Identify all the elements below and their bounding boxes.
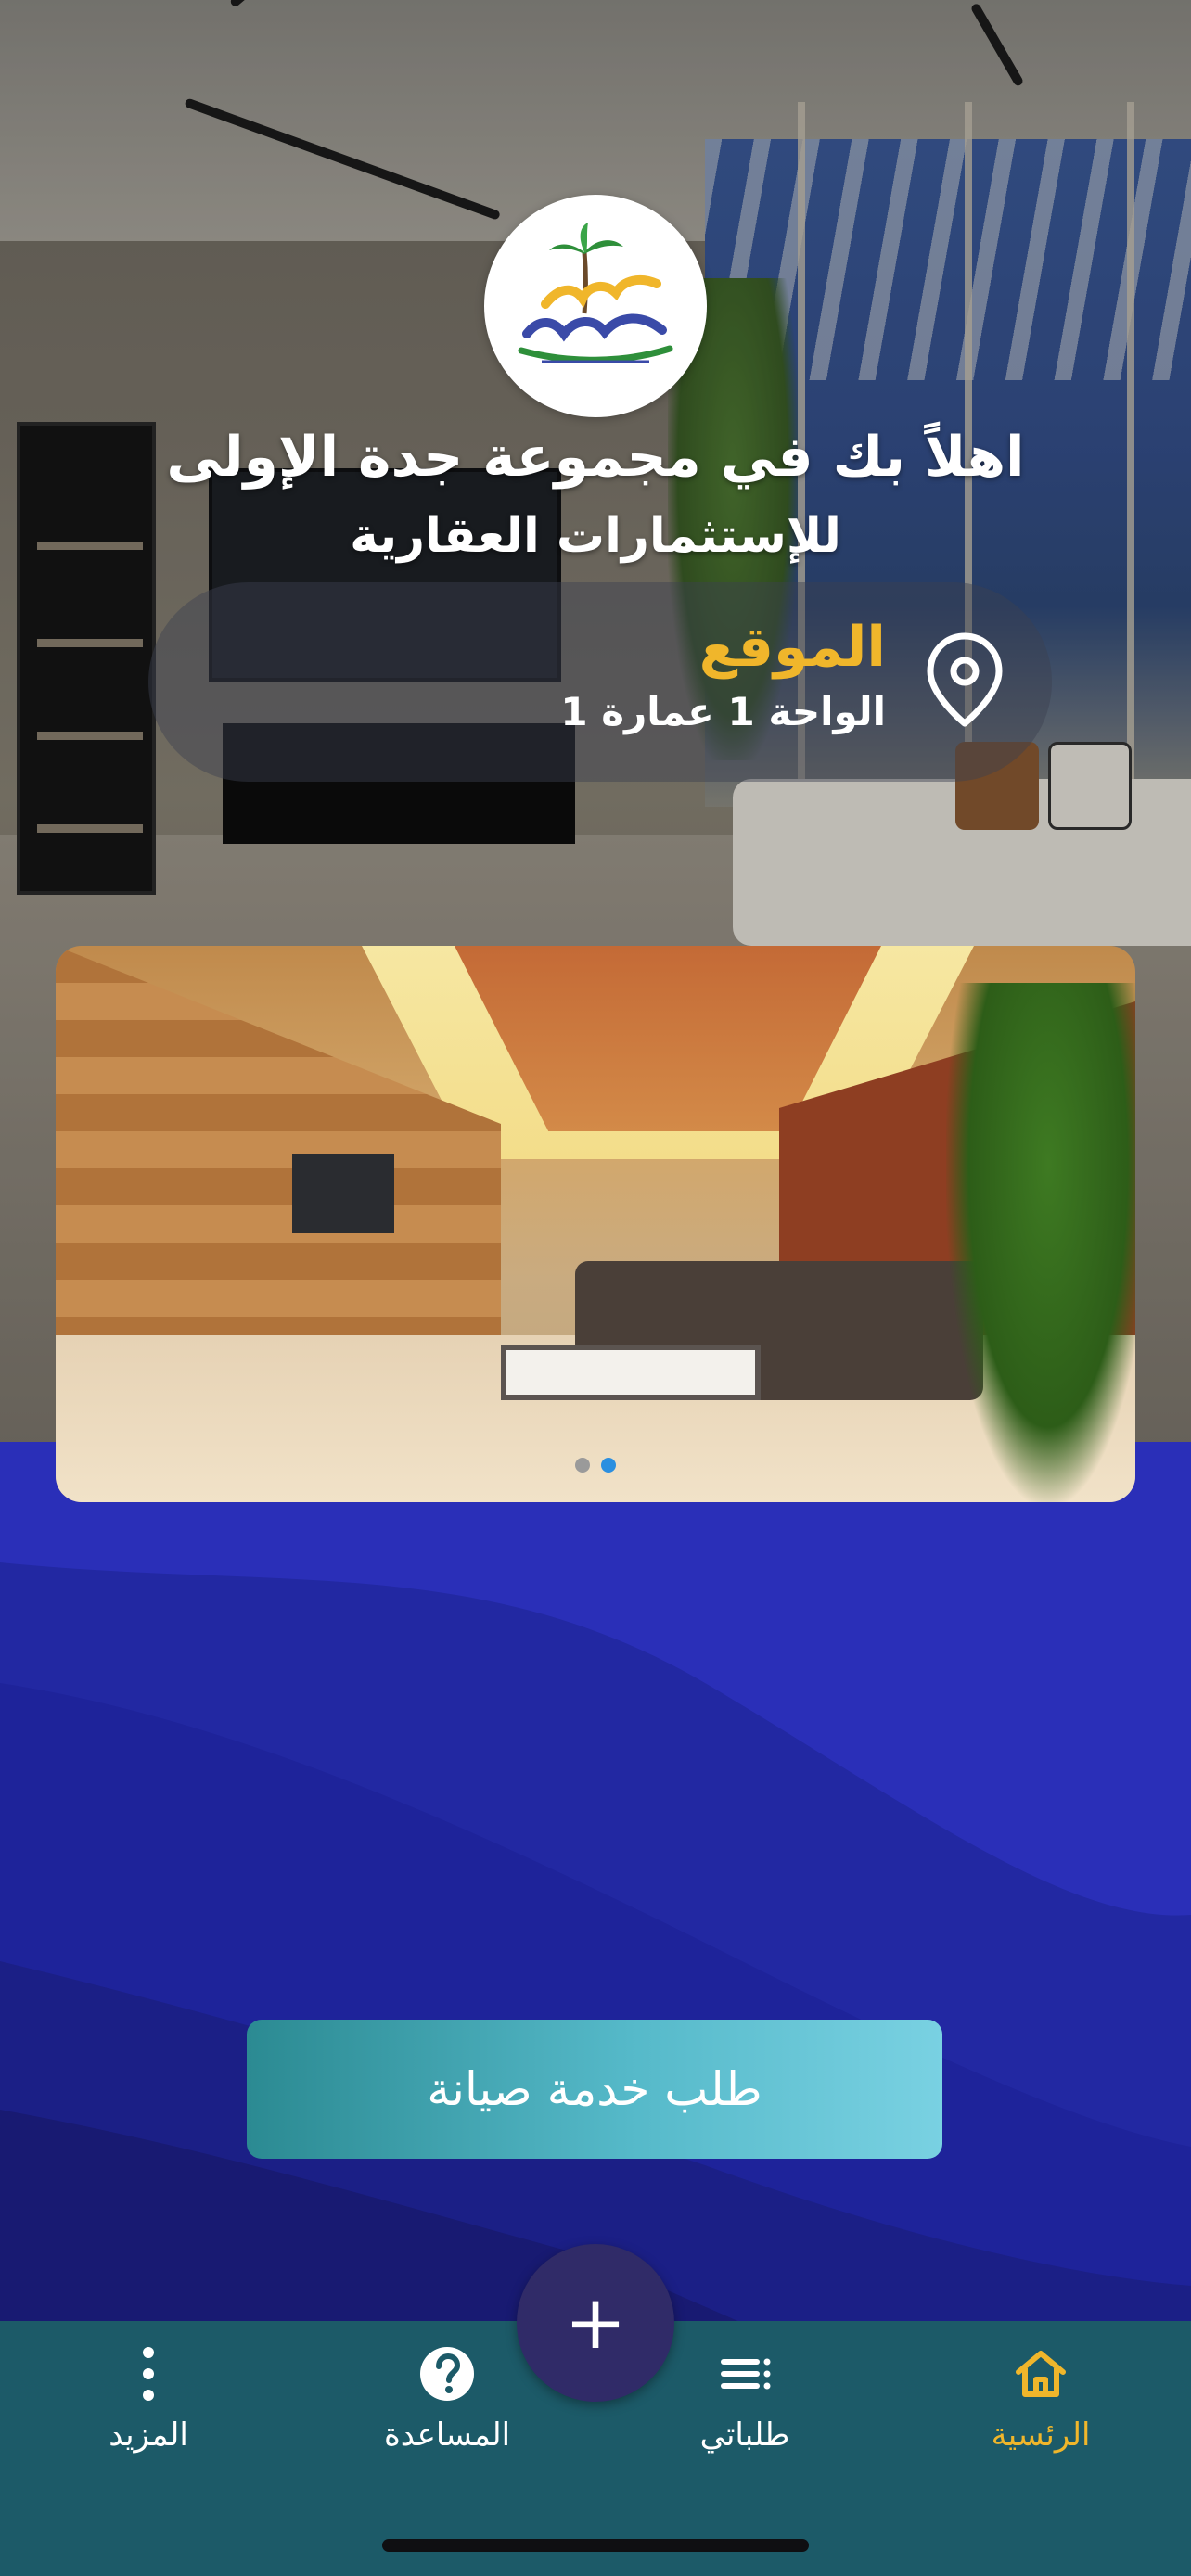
map-pin-icon [914,629,1016,731]
home-icon [1011,2344,1070,2404]
nav-item-help[interactable]: المساعدة [354,2344,540,2483]
more-vertical-icon [119,2344,178,2404]
home-indicator [382,2539,809,2552]
nav-label-more: المزيد [109,2417,188,2454]
welcome-title: اهلاً بك في مجموعة جدة الإولى [166,425,1025,490]
nav-label-home: الرئسية [991,2417,1091,2454]
logo-emblem-icon [518,223,673,363]
carousel-photo-tv [292,1154,394,1233]
nav-label-my-requests: طلباتي [699,2417,790,2454]
wave-background [0,1442,1191,2323]
carousel-dot[interactable] [575,1458,590,1473]
nav-label-help: المساعدة [383,2417,511,2454]
help-icon [417,2344,477,2404]
carousel-indicator [566,1456,625,1474]
carousel-dot[interactable] [601,1458,616,1473]
nav-item-home[interactable]: الرئسية [948,2344,1133,2483]
location-value: الواحة 1 عمارة 1 [560,689,886,734]
nav-item-my-requests[interactable]: طلباتي [652,2344,838,2483]
list-icon [715,2344,775,2404]
company-logo [484,195,707,417]
add-button[interactable]: + [517,2244,674,2402]
wave-shapes [0,1442,1191,2323]
image-carousel[interactable] [56,946,1135,1502]
maintenance-request-button[interactable]: طلب خدمة صيانة [247,2020,942,2159]
carousel-photo-table [501,1345,761,1400]
carousel-photo-plant [946,983,1135,1502]
location-label: الموقع [698,615,886,680]
welcome-subtitle: للإستثمارات العقارية [350,508,841,564]
nav-item-more[interactable]: المزيد [56,2344,241,2483]
